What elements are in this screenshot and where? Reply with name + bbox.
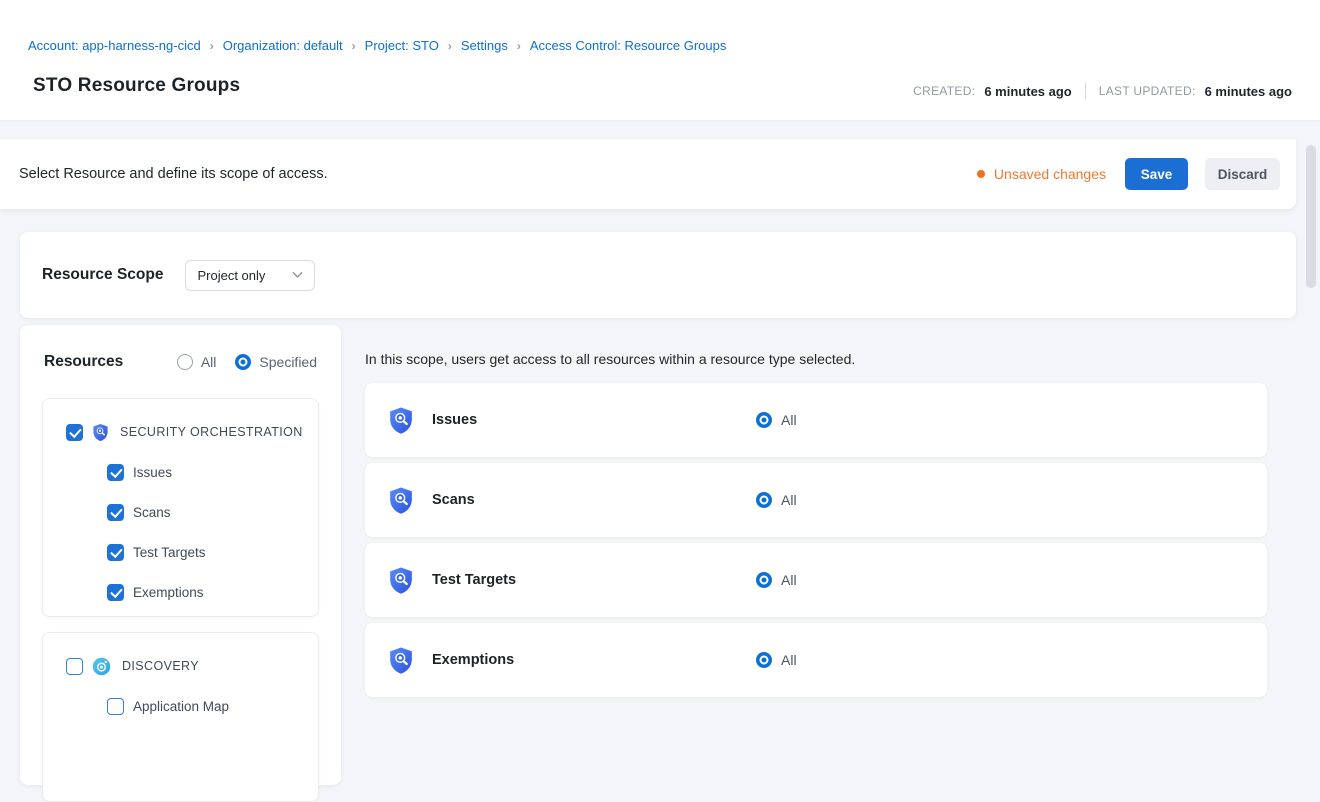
checkbox-discovery[interactable]	[66, 658, 83, 675]
radio-all[interactable]	[177, 354, 193, 370]
resource-card-scans: Scans All	[365, 463, 1267, 537]
access-label: All	[781, 652, 797, 668]
radio-all-access[interactable]	[756, 652, 772, 668]
unsaved-changes-indicator: Unsaved changes	[977, 166, 1106, 182]
created-label: CREATED:	[913, 84, 975, 98]
radio-specified[interactable]	[235, 354, 251, 370]
checkbox-application-map[interactable]	[107, 698, 124, 715]
page-header: Account: app-harness-ng-cicd › Organizat…	[0, 0, 1320, 120]
breadcrumb-link-organization[interactable]: Organization: default	[223, 38, 343, 53]
breadcrumb-separator-icon: ›	[517, 39, 521, 53]
checkbox-exemptions[interactable]	[107, 584, 124, 601]
shield-search-icon	[388, 566, 414, 595]
radio-all-access[interactable]	[756, 412, 772, 428]
radio-option-specified[interactable]: Specified	[235, 354, 317, 370]
discard-button[interactable]: Discard	[1205, 158, 1280, 190]
toolbar-description: Select Resource and define its scope of …	[19, 166, 328, 182]
resources-mode-options: All Specified	[177, 354, 317, 370]
shield-search-icon	[92, 423, 109, 442]
tree-row-discovery: DISCOVERY	[43, 646, 318, 686]
tree-row-scans: Scans	[43, 492, 318, 532]
radio-all-label: All	[201, 354, 217, 370]
access-label: All	[781, 492, 797, 508]
checkbox-scans[interactable]	[107, 504, 124, 521]
radio-option-all[interactable]: All	[177, 354, 217, 370]
access-label: All	[781, 572, 797, 588]
chevron-down-icon	[292, 271, 303, 279]
access-option-all[interactable]: All	[756, 412, 797, 428]
resource-card-label: Exemptions	[432, 652, 756, 668]
resource-card-label: Test Targets	[432, 572, 756, 588]
checkbox-security-orchestration[interactable]	[66, 424, 83, 441]
last-updated-value: 6 minutes ago	[1205, 84, 1292, 99]
resource-group-discovery: DISCOVERY Application Map	[42, 632, 319, 802]
breadcrumb-separator-icon: ›	[210, 39, 214, 53]
resource-card-test-targets: Test Targets All	[365, 543, 1267, 617]
breadcrumb-link-settings[interactable]: Settings	[461, 38, 508, 53]
last-updated-label: LAST UPDATED:	[1099, 84, 1196, 98]
radio-specified-label: Specified	[259, 354, 317, 370]
tree-row-test-targets: Test Targets	[43, 532, 318, 572]
tree-row-exemptions: Exemptions	[43, 572, 318, 612]
shield-search-icon	[388, 646, 414, 675]
unsaved-dot-icon	[977, 170, 985, 178]
group-label: SECURITY ORCHESTRATION	[120, 425, 303, 439]
resource-group-security-orchestration: SECURITY ORCHESTRATION Issues Scans Test…	[42, 398, 319, 617]
access-option-all[interactable]: All	[756, 492, 797, 508]
breadcrumb-separator-icon: ›	[448, 39, 452, 53]
shield-search-icon	[388, 486, 414, 515]
created-value: 6 minutes ago	[984, 84, 1071, 99]
tree-item-label: Issues	[133, 465, 172, 480]
breadcrumb-link-resource-groups[interactable]: Access Control: Resource Groups	[530, 38, 727, 53]
scope-description: In this scope, users get access to all r…	[365, 351, 855, 367]
breadcrumb: Account: app-harness-ng-cicd › Organizat…	[28, 38, 726, 53]
tree-row-issues: Issues	[43, 452, 318, 492]
tree-item-label: Application Map	[133, 699, 229, 714]
tree-item-label: Test Targets	[133, 545, 206, 560]
checkbox-test-targets[interactable]	[107, 544, 124, 561]
access-option-all[interactable]: All	[756, 572, 797, 588]
vertical-scrollbar-thumb[interactable]	[1306, 145, 1316, 288]
resource-card-label: Scans	[432, 492, 756, 508]
action-toolbar: Select Resource and define its scope of …	[0, 139, 1296, 209]
resources-panel-header: Resources All Specified	[44, 353, 317, 371]
resource-scope-label: Resource Scope	[42, 266, 163, 284]
resource-scope-selected-value: Project only	[197, 268, 265, 283]
tree-item-label: Scans	[133, 505, 171, 520]
resource-card-issues: Issues All	[365, 383, 1267, 457]
tree-row-security-orchestration: SECURITY ORCHESTRATION	[43, 412, 318, 452]
resources-panel: Resources All Specified	[20, 325, 341, 785]
toolbar-actions: Unsaved changes Save Discard	[977, 158, 1280, 190]
page-title: STO Resource Groups	[33, 75, 240, 97]
group-label: DISCOVERY	[122, 659, 199, 673]
resources-title: Resources	[44, 353, 123, 371]
radio-all-access[interactable]	[756, 492, 772, 508]
created-updated-meta: CREATED: 6 minutes ago LAST UPDATED: 6 m…	[913, 83, 1292, 99]
meta-divider	[1085, 83, 1086, 99]
access-label: All	[781, 412, 797, 428]
breadcrumb-link-project[interactable]: Project: STO	[365, 38, 439, 53]
breadcrumb-separator-icon: ›	[352, 39, 356, 53]
resource-card-exemptions: Exemptions All	[365, 623, 1267, 697]
tree-row-application-map: Application Map	[43, 686, 318, 726]
checkbox-issues[interactable]	[107, 464, 124, 481]
tree-item-label: Exemptions	[133, 585, 204, 600]
radio-all-access[interactable]	[756, 572, 772, 588]
resource-card-label: Issues	[432, 412, 756, 428]
discovery-icon	[92, 657, 111, 676]
resource-scope-select[interactable]: Project only	[185, 260, 315, 291]
unsaved-changes-label: Unsaved changes	[994, 166, 1106, 182]
breadcrumb-link-account[interactable]: Account: app-harness-ng-cicd	[28, 38, 201, 53]
resource-scope-card: Resource Scope Project only	[20, 232, 1296, 318]
access-option-all[interactable]: All	[756, 652, 797, 668]
save-button[interactable]: Save	[1125, 158, 1188, 190]
shield-search-icon	[388, 406, 414, 435]
